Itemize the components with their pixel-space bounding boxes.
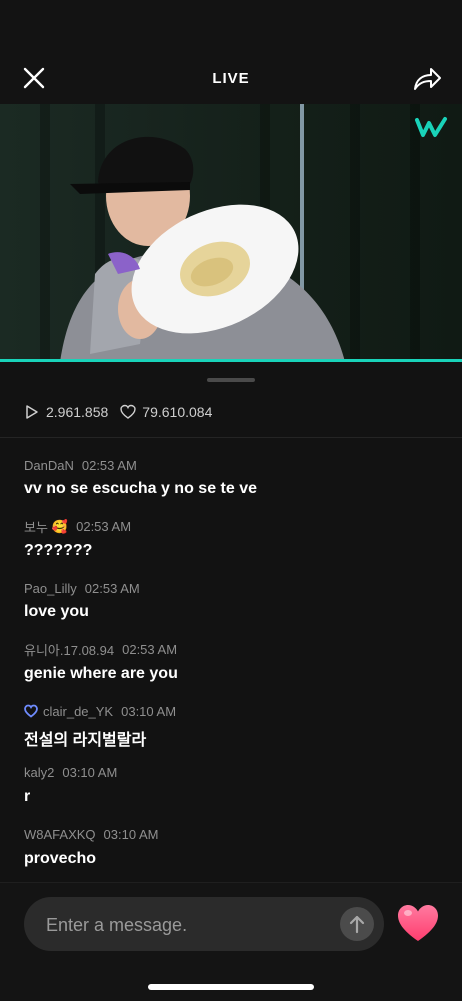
divider: [0, 437, 462, 438]
chat-time: 02:53 AM: [122, 642, 178, 658]
message-composer[interactable]: [24, 897, 384, 953]
streamer-figure: [60, 136, 345, 362]
like-count: 79.610.084: [142, 404, 213, 420]
heart-outline-icon: [120, 404, 136, 419]
emoji: 🥰: [51, 518, 69, 534]
live-progress-bar: [0, 359, 462, 362]
send-button[interactable]: [340, 907, 374, 941]
chat-time: 03:10 AM: [103, 827, 159, 843]
share-icon[interactable]: [412, 65, 442, 93]
chat-time: 03:10 AM: [62, 765, 118, 781]
chat-username[interactable]: Pao_Lilly: [24, 581, 77, 596]
chat-message: 유니아.17.08.94 02:53 AM genie where are you: [24, 641, 444, 703]
chat-text: 전설의 라지벌랄라: [24, 732, 147, 750]
weverse-logo-icon: [415, 117, 447, 137]
chat-message: 보누 🥰 02:53 AM ???????: [24, 518, 444, 580]
chat-text: love you: [24, 603, 89, 621]
arrow-up-icon: [349, 915, 365, 934]
chat-text: provecho: [24, 849, 97, 867]
chat-text: ???????: [24, 541, 93, 559]
chat-text: genie where are you: [24, 664, 178, 682]
heart-badge-icon: [24, 704, 38, 718]
top-bar: LIVE: [0, 0, 462, 104]
page-title: LIVE: [212, 70, 250, 87]
play-count: 2.961.858: [46, 404, 109, 420]
chat-list[interactable]: DanDaN 02:53 AM vv no se escucha y no se …: [24, 456, 444, 887]
message-input[interactable]: [44, 897, 348, 953]
heart-like-icon[interactable]: [396, 903, 440, 943]
chat-text: vv no se escucha y no se te ve: [24, 480, 258, 497]
chat-time: 02:53 AM: [81, 457, 137, 473]
chat-username[interactable]: DanDaN: [24, 458, 74, 473]
chat-username[interactable]: W8AFAXKQ: [24, 827, 96, 842]
chat-username[interactable]: clair_de_YK: [43, 704, 113, 719]
chat-time: 02:53 AM: [84, 580, 140, 596]
chat-username[interactable]: 보누: [24, 517, 48, 536]
stats-row: 2.961.858 79.610.084: [24, 402, 212, 422]
play-icon: [26, 405, 38, 419]
drag-handle[interactable]: [207, 378, 255, 382]
chat-username[interactable]: 유니아.17.08.94: [24, 640, 114, 659]
chat-message: W8AFAXKQ 03:10 AM provecho: [24, 826, 444, 888]
chat-message: clair_de_YK 03:10 AM 전설의 라지벌랄라: [24, 702, 444, 764]
chat-username[interactable]: kaly2: [24, 765, 54, 780]
chat-text: r: [24, 787, 31, 805]
home-indicator: [148, 984, 314, 990]
chat-message: Pao_Lilly 02:53 AM love you: [24, 579, 444, 641]
chat-time: 02:53 AM: [76, 519, 132, 535]
chat-time: 03:10 AM: [121, 703, 177, 719]
chat-message: DanDaN 02:53 AM vv no se escucha y no se …: [24, 456, 444, 518]
chat-message: kaly2 03:10 AM r: [24, 764, 444, 826]
live-video[interactable]: [0, 104, 462, 362]
